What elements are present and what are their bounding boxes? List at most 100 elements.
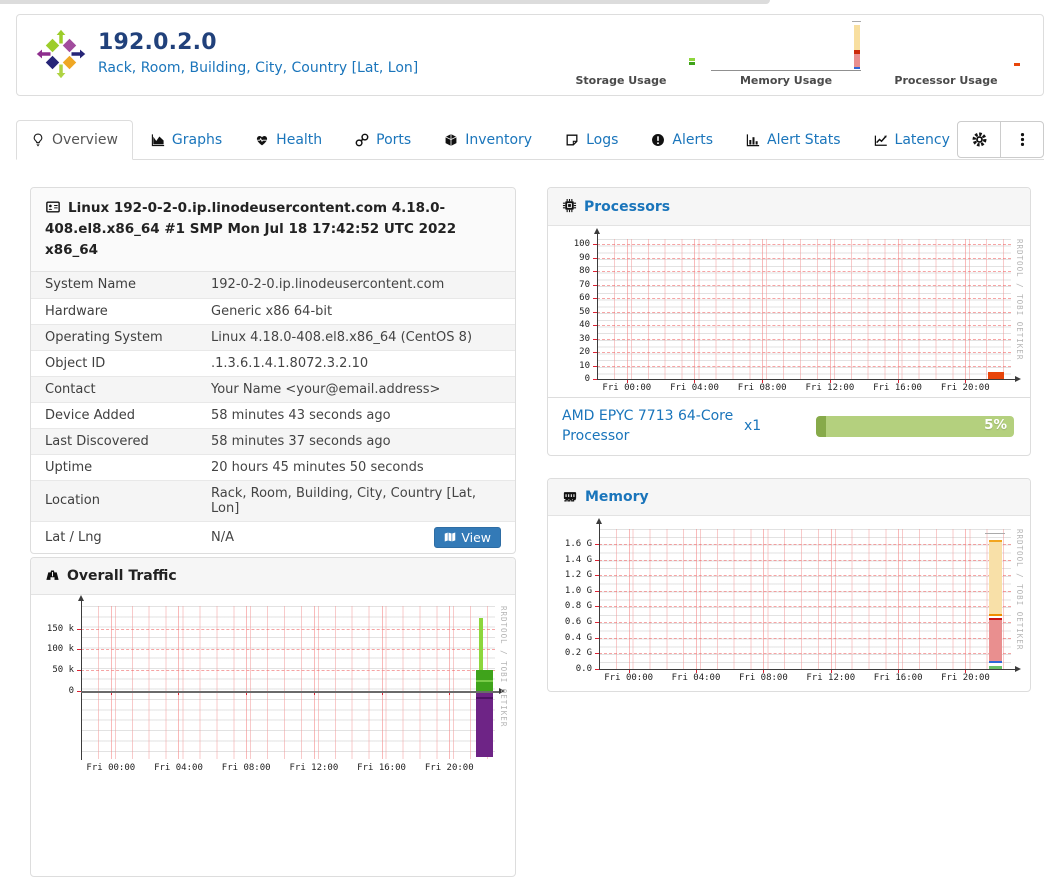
x-tick-label: Fri 12:00 <box>806 673 856 683</box>
y-tick-label: 0.6 G <box>564 617 592 628</box>
memory-panel-heading: Memory <box>548 479 1030 516</box>
y-tick-label: 0.0 <box>575 664 592 674</box>
x-tick-label: Fri 20:00 <box>424 763 474 773</box>
memory-title[interactable]: Memory <box>585 489 649 505</box>
mini-graph-memory: Memory Usage <box>711 20 861 87</box>
health-icon <box>255 133 269 147</box>
ports-icon <box>355 133 369 147</box>
rrdtool-watermark: RRDTOOL / TOBI OETIKER <box>1015 239 1024 361</box>
x-tick-label: Fri 08:00 <box>221 763 271 773</box>
y-tick-label: 1.6 G <box>564 538 592 549</box>
table-row: Operating System Linux 4.18.0-408.el8.x86… <box>31 323 515 350</box>
tab-label: Logs <box>586 132 619 148</box>
memory-usage-label: Memory Usage <box>739 74 833 87</box>
memory-usage-minigraph[interactable] <box>711 20 861 72</box>
address-card-icon <box>45 200 61 214</box>
row-value: 58 minutes 43 seconds ago <box>211 407 391 423</box>
row-value: 58 minutes 37 seconds ago <box>211 433 391 449</box>
more-menu-button[interactable] <box>1000 121 1044 158</box>
tab-overview[interactable]: Overview <box>16 120 133 160</box>
row-label: System Name <box>45 277 136 293</box>
tab-alerts[interactable]: Alerts <box>636 120 728 160</box>
storage-usage-minigraph[interactable] <box>546 20 696 72</box>
table-row: Last Discovered 58 minutes 37 seconds ago <box>31 427 515 454</box>
processors-panel: Processors 0 10 20 30 40 50 60 70 80 90 100 Fri 00:… <box>547 187 1031 456</box>
inventory-icon <box>444 133 458 147</box>
tab-latency[interactable]: Latency <box>859 120 965 160</box>
cpu-usage-percent: 5% <box>984 416 1007 433</box>
device-header-card: 192.0.2.0 Rack, Room, Building, City, Co… <box>16 14 1044 96</box>
memory-graph[interactable]: 0.0 0.2 G 0.4 G 0.6 G 0.8 G 1.0 G 1.2 G 1.4 G 1.… <box>553 518 1025 691</box>
y-tick-label: 50 <box>579 306 590 317</box>
x-tick-label: Fri 16:00 <box>873 383 922 393</box>
tab-alert-stats[interactable]: Alert Stats <box>731 120 856 160</box>
y-tick-label: 150 k <box>46 623 74 634</box>
x-tick-label: Fri 12:00 <box>805 383 855 393</box>
row-value: Your Name <your@email.address> <box>211 381 441 397</box>
x-tick-label: Fri 16:00 <box>873 673 923 683</box>
traffic-panel-heading: Overall Traffic <box>31 558 515 595</box>
y-tick-label: 100 k <box>46 644 74 655</box>
binoculars-icon <box>45 568 60 582</box>
table-row: Lat / Lng N/A View <box>31 520 515 553</box>
mini-graph-storage: Storage Usage <box>546 20 696 87</box>
y-tick-label: 0 <box>68 685 74 696</box>
map-icon <box>444 531 456 543</box>
tab-label: Graphs <box>171 132 223 148</box>
processor-usage-minigraph[interactable] <box>871 20 1021 72</box>
tab-ports[interactable]: Ports <box>340 120 426 160</box>
device-location-link[interactable]: Rack, Room, Building, City, Country [Lat… <box>98 60 418 76</box>
tab-graphs[interactable]: Graphs <box>136 120 237 160</box>
cpu-count: x1 <box>744 418 762 435</box>
processors-graph[interactable]: 0 10 20 30 40 50 60 70 80 90 100 Fri 00:00 Fri 04:00… <box>553 228 1025 397</box>
cpu-name-link[interactable]: AMD EPYC 7713 64-Core Processor <box>562 406 734 447</box>
row-value: 192-0-2-0.ip.linodeusercontent.com <box>211 277 445 293</box>
y-tick-label: 0.4 G <box>564 632 592 643</box>
storage-usage-label: Storage Usage <box>575 74 667 87</box>
settings-button[interactable] <box>957 121 1001 158</box>
system-info-panel: Linux 192-0-2-0.ip.linodeusercontent.com… <box>30 187 516 554</box>
row-label: Object ID <box>45 355 106 371</box>
view-button-label: View <box>461 529 491 545</box>
mini-graph-processor: Processor Usage <box>871 20 1021 87</box>
processors-title[interactable]: Processors <box>584 199 670 215</box>
tab-label: Latency <box>894 132 950 148</box>
processors-panel-heading: Processors <box>548 188 1030 226</box>
lightbulb-icon <box>31 133 45 147</box>
traffic-title: Overall Traffic <box>67 568 177 584</box>
table-row: Object ID .1.3.6.1.4.1.8072.3.2.10 <box>31 349 515 376</box>
row-label: Operating System <box>45 329 163 345</box>
latency-icon <box>874 133 888 147</box>
y-tick-label: 30 <box>579 333 590 344</box>
rrdtool-watermark: RRDTOOL / TOBI OETIKER <box>499 606 508 728</box>
table-row: Device Added 58 minutes 43 seconds ago <box>31 401 515 428</box>
y-tick-label: 0.8 G <box>564 601 592 612</box>
row-value: .1.3.6.1.4.1.8072.3.2.10 <box>211 355 369 371</box>
cpu-usage-fill <box>816 415 826 437</box>
x-tick-label: Fri 04:00 <box>154 763 203 773</box>
tab-logs[interactable]: Logs <box>550 120 633 160</box>
overall-traffic-graph[interactable]: 0 50 k 100 k 150 k Fri 00:00 Fri 04:00 Fri 08:… <box>37 595 509 813</box>
row-value: 20 hours 45 minutes 50 seconds <box>211 459 424 475</box>
processor-usage-label: Processor Usage <box>894 74 998 87</box>
device-tabbar: Overview Graphs Health Ports Inventory Logs Al… <box>16 120 1044 160</box>
x-tick-label: Fri 04:00 <box>670 383 719 393</box>
tab-label: Alerts <box>672 132 714 148</box>
y-tick-label: 80 <box>579 266 590 277</box>
table-row: Contact Your Name <your@email.address> <box>31 375 515 402</box>
centos-logo-icon <box>35 28 87 80</box>
alert-stats-icon <box>746 133 760 147</box>
tab-health[interactable]: Health <box>240 120 337 160</box>
memory-icon <box>562 489 578 503</box>
tab-label: Health <box>276 132 323 148</box>
row-label: Last Discovered <box>45 433 149 449</box>
tab-label: Overview <box>52 132 118 148</box>
x-tick-label: Fri 08:00 <box>738 673 788 683</box>
x-tick-label: Fri 12:00 <box>289 763 339 773</box>
processor-row: AMD EPYC 7713 64-Core Processor x1 5% <box>548 397 1030 455</box>
tab-inventory[interactable]: Inventory <box>429 120 547 160</box>
row-label: Uptime <box>45 459 93 475</box>
y-tick-label: 90 <box>579 252 590 263</box>
view-location-button[interactable]: View <box>434 526 501 548</box>
microchip-icon <box>562 198 577 213</box>
